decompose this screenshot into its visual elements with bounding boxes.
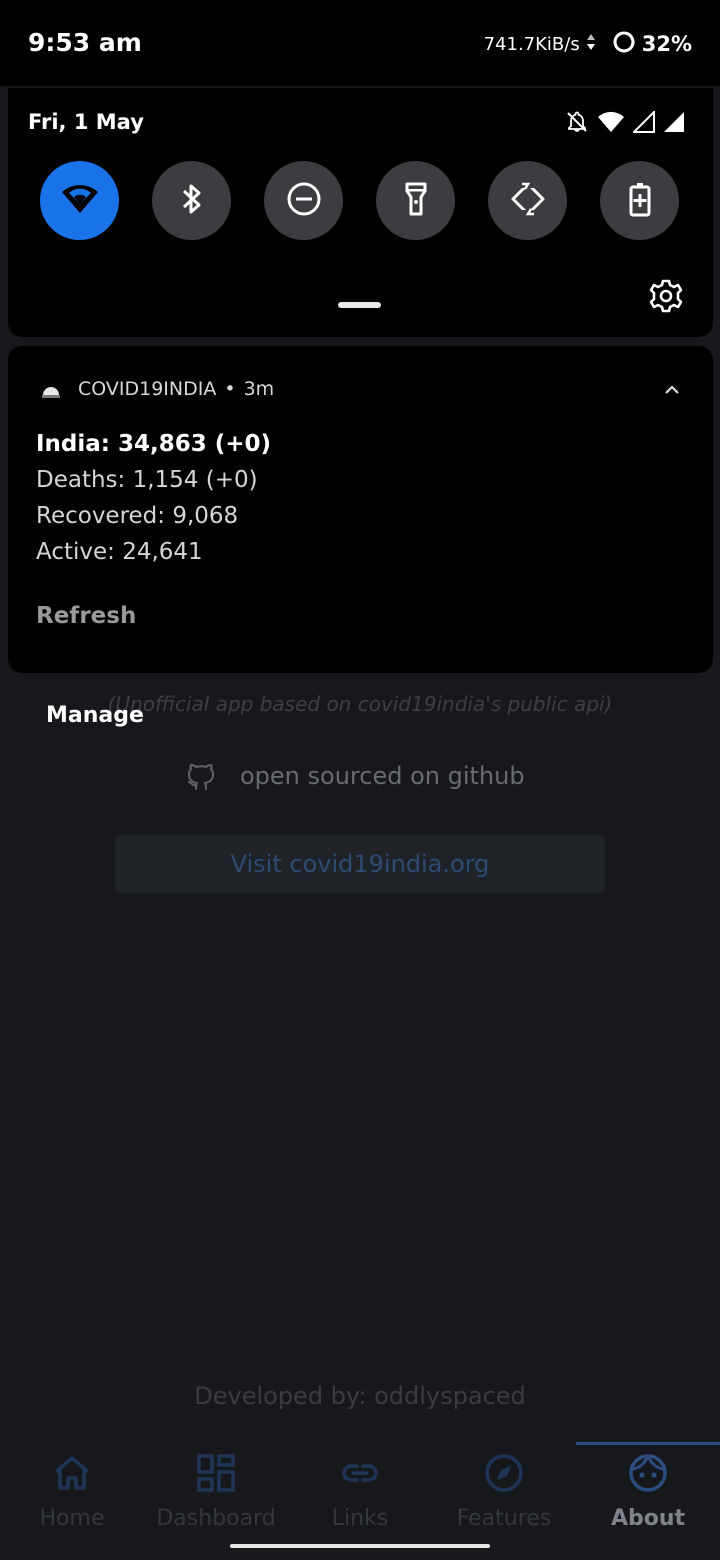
auto-rotate-tile[interactable]: [488, 161, 567, 240]
bluetooth-icon: [177, 181, 207, 221]
flashlight-tile[interactable]: [376, 161, 455, 240]
dashboard-icon: [195, 1452, 237, 1494]
auto-rotate-icon: [509, 179, 547, 222]
nav-features[interactable]: Features: [432, 1442, 576, 1560]
bottom-nav: Home Dashboard Links Features About: [0, 1442, 720, 1560]
status-bar: 9:53 am 741.7KiB/s 32%: [0, 0, 720, 86]
wifi-tile[interactable]: [40, 161, 119, 240]
nav-home-label: Home: [39, 1506, 105, 1531]
nav-dashboard[interactable]: Dashboard: [144, 1442, 288, 1560]
notification-line-active: Active: 24,641: [36, 539, 203, 565]
wifi-icon: [60, 183, 100, 219]
nav-links[interactable]: Links: [288, 1442, 432, 1560]
notification-separator: •: [224, 378, 236, 400]
status-indicators: 741.7KiB/s 32%: [484, 30, 692, 58]
home-icon: [51, 1452, 93, 1494]
do-not-disturb-tile[interactable]: [264, 161, 343, 240]
battery-saver-icon: [628, 181, 652, 221]
app-icon: [42, 382, 60, 398]
screen: 9:53 am 741.7KiB/s 32% Fri, 1 May COVID1…: [0, 0, 720, 1560]
visit-website-button[interactable]: Visit covid19india.org: [115, 835, 605, 893]
up-down-arrows-icon: [586, 33, 596, 55]
nav-about-label: About: [610, 1506, 686, 1531]
notification-time: 3m: [243, 378, 275, 400]
home-indicator[interactable]: [230, 1544, 490, 1548]
nav-home[interactable]: Home: [0, 1442, 144, 1560]
nav-dashboard-label: Dashboard: [156, 1506, 276, 1531]
github-link[interactable]: open sourced on github: [186, 760, 525, 792]
notification-line-recovered: Recovered: 9,068: [36, 503, 239, 529]
notifications-off-icon: [565, 110, 589, 138]
face-icon: [627, 1452, 669, 1494]
notification-header: COVID19INDIA • 3m: [42, 378, 274, 400]
bluetooth-tile[interactable]: [152, 161, 231, 240]
qs-status-icons: [565, 109, 685, 138]
flashlight-icon: [403, 181, 429, 221]
do-not-disturb-icon: [286, 181, 322, 221]
github-text: open sourced on github: [240, 762, 525, 790]
notification-body: India: 34,863 (+0) Deaths: 1,154 (+0) Re…: [36, 428, 271, 572]
quick-settings-panel: Fri, 1 May: [8, 88, 713, 337]
battery-saver-tile[interactable]: [600, 161, 679, 240]
wifi-signal-icon: [597, 111, 625, 137]
link-icon: [339, 1452, 381, 1494]
compass-icon: [483, 1452, 525, 1494]
nav-features-label: Features: [456, 1506, 552, 1531]
gear-icon[interactable]: [649, 279, 683, 313]
developer-credit: Developed by: oddlyspaced: [194, 1382, 526, 1410]
nav-about[interactable]: About: [576, 1442, 720, 1560]
qs-drag-handle[interactable]: [338, 302, 381, 308]
nav-links-label: Links: [331, 1506, 389, 1531]
cell-signal-icon: [631, 109, 655, 137]
cell-signal-2-icon: [663, 111, 685, 137]
net-speed: 741.7KiB/s: [483, 33, 580, 55]
manage-button[interactable]: Manage: [46, 703, 144, 728]
battery-ring-icon: [612, 30, 636, 58]
covid-notification[interactable]: COVID19INDIA • 3m India: 34,863 (+0) Dea…: [8, 346, 713, 673]
status-time: 9:53 am: [28, 28, 142, 57]
github-icon: [186, 760, 216, 792]
notification-app-name: COVID19INDIA: [78, 378, 217, 400]
notification-line-deaths: Deaths: 1,154 (+0): [36, 467, 258, 493]
chevron-up-icon[interactable]: [663, 382, 681, 396]
qs-date: Fri, 1 May: [28, 110, 144, 134]
notification-title: India: 34,863 (+0): [36, 431, 272, 457]
qs-tiles: [40, 161, 679, 240]
battery-percentage: 32%: [641, 32, 692, 56]
refresh-button[interactable]: Refresh: [36, 603, 136, 629]
